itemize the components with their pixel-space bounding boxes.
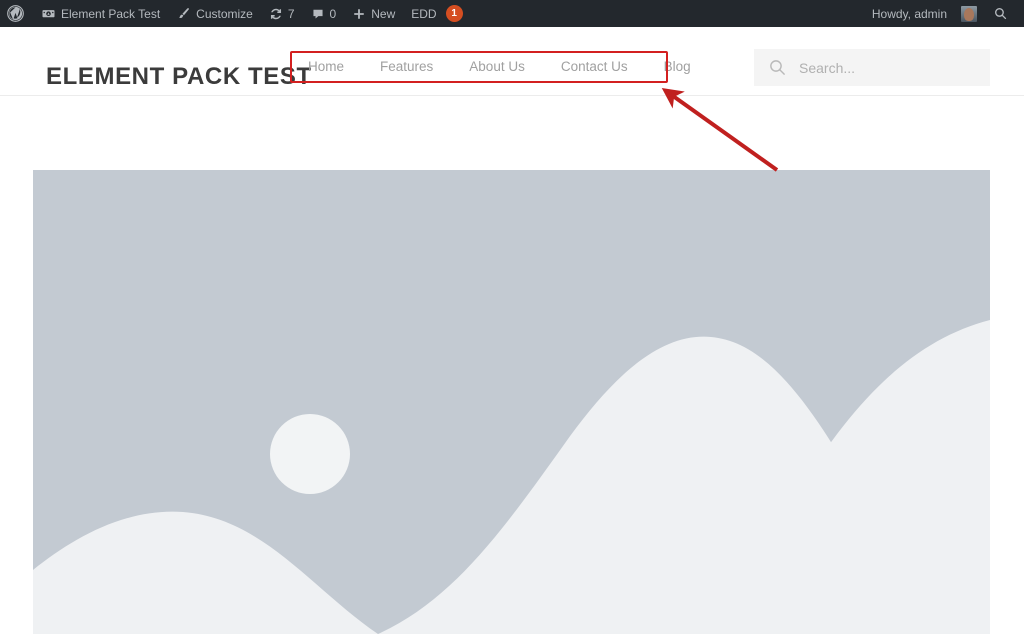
comment-icon xyxy=(311,7,325,21)
nav-link-features[interactable]: Features xyxy=(362,57,451,77)
main-content xyxy=(0,97,1024,634)
search-icon xyxy=(768,58,787,77)
admin-bar-right-group: Howdy, admin xyxy=(864,0,1024,27)
image-placeholder-graphic xyxy=(33,170,990,634)
admin-bar-edd-label: EDD xyxy=(411,7,436,21)
admin-bar-customize[interactable]: Customize xyxy=(168,0,261,27)
plus-icon xyxy=(352,7,366,21)
nav-link-contact-us[interactable]: Contact Us xyxy=(543,57,646,77)
admin-bar-edd[interactable]: EDD 1 xyxy=(403,0,470,27)
admin-bar-howdy-label: Howdy, admin xyxy=(872,7,949,21)
admin-bar-left-group: Element Pack Test Customize 7 xyxy=(0,0,471,27)
nav-list: Home Features About Us Contact Us Blog xyxy=(290,57,709,77)
search-input[interactable] xyxy=(799,49,976,86)
nav-item-about-us[interactable]: About Us xyxy=(451,57,543,77)
admin-bar-site-name[interactable]: Element Pack Test xyxy=(33,0,168,27)
admin-bar-site-name-label: Element Pack Test xyxy=(61,7,160,21)
header-search-box[interactable] xyxy=(754,49,990,86)
admin-bar-updates-count: 7 xyxy=(288,7,295,21)
nav-link-home[interactable]: Home xyxy=(290,57,362,77)
admin-bar-new-content[interactable]: New xyxy=(344,0,403,27)
admin-bar-edd-badge: 1 xyxy=(446,5,463,22)
admin-bar-updates[interactable]: 7 xyxy=(261,0,303,27)
nav-link-about-us[interactable]: About Us xyxy=(451,57,543,77)
wordpress-icon xyxy=(7,5,24,22)
admin-bar-comments-count: 0 xyxy=(330,7,337,21)
page-title: ELEMENT PACK TEST xyxy=(46,63,312,91)
primary-navigation: Home Features About Us Contact Us Blog xyxy=(290,51,709,83)
nav-item-contact-us[interactable]: Contact Us xyxy=(543,57,646,77)
nav-item-features[interactable]: Features xyxy=(362,57,451,77)
site-header: ELEMENT PACK TEST Home Features About Us… xyxy=(0,27,1024,96)
admin-bar-search-button[interactable] xyxy=(985,0,1016,27)
admin-bar-comments[interactable]: 0 xyxy=(303,0,345,27)
nav-item-blog[interactable]: Blog xyxy=(646,57,709,77)
wp-admin-bar: Element Pack Test Customize 7 xyxy=(0,0,1024,27)
admin-bar-my-account[interactable]: Howdy, admin xyxy=(864,0,985,27)
admin-bar-new-label: New xyxy=(371,7,395,21)
avatar xyxy=(961,6,977,22)
nav-link-blog[interactable]: Blog xyxy=(646,57,709,77)
image-placeholder xyxy=(33,170,990,634)
admin-bar-customize-label: Customize xyxy=(196,7,253,21)
admin-bar-wordpress-logo[interactable] xyxy=(0,0,33,27)
page-root: Element Pack Test Customize 7 xyxy=(0,0,1024,634)
search-icon xyxy=(993,6,1008,21)
update-icon xyxy=(269,7,283,21)
dashboard-icon xyxy=(41,6,56,21)
paintbrush-icon xyxy=(176,6,191,21)
nav-item-home[interactable]: Home xyxy=(290,57,362,77)
